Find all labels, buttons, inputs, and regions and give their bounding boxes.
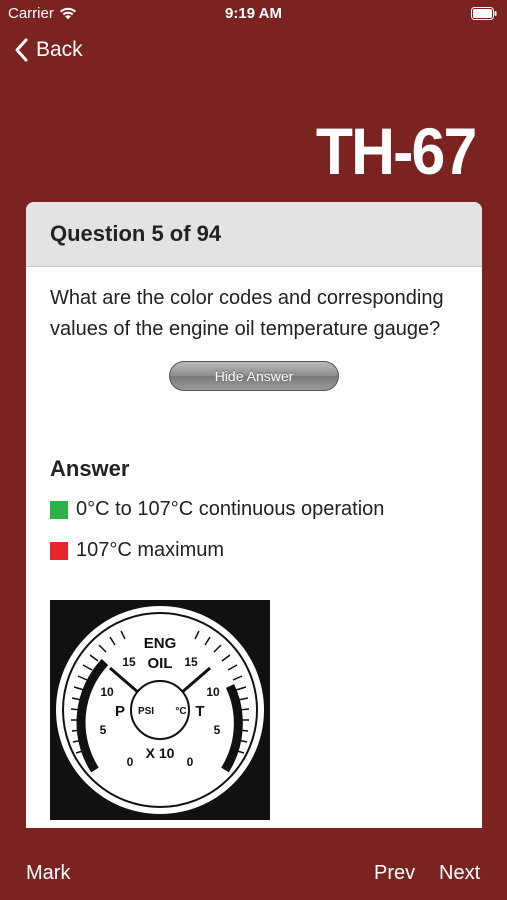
- gauge-left-0: 0: [127, 755, 134, 769]
- back-button[interactable]: Back: [14, 38, 83, 62]
- gauge-left-10: 10: [100, 685, 114, 699]
- hide-answer-button[interactable]: Hide Answer: [169, 361, 339, 391]
- status-time: 9:19 AM: [225, 5, 282, 22]
- gauge-title-eng: ENG: [144, 635, 177, 652]
- back-label: Back: [36, 38, 83, 61]
- chevron-left-icon: [15, 38, 28, 62]
- gauge-title-oil: OIL: [148, 655, 173, 672]
- gauge-multiplier: X 10: [146, 745, 175, 761]
- mark-button[interactable]: Mark: [26, 862, 70, 885]
- gauge-left-5: 5: [100, 723, 107, 737]
- gauge-letter-p: P: [115, 703, 125, 720]
- next-button[interactable]: Next: [439, 862, 480, 885]
- battery-icon: [471, 7, 497, 20]
- red-swatch-icon: [50, 541, 68, 560]
- gauge-unit-celsius: °C: [175, 706, 186, 717]
- answer-text: 107°C maximum: [76, 539, 225, 561]
- gauge-right-10: 10: [206, 685, 220, 699]
- oil-gauge-image: ENG OIL P T PSI °C X 10 0 5 10 15 0 5 10…: [50, 600, 270, 820]
- bottom-toolbar: Mark Prev Next: [0, 846, 507, 900]
- answer-heading: Answer: [50, 456, 130, 481]
- question-card: Question 5 of 94 What are the color code…: [26, 202, 482, 828]
- question-counter: Question 5 of 94: [26, 202, 482, 267]
- prev-button[interactable]: Prev: [374, 862, 415, 885]
- gauge-right-15: 15: [184, 655, 198, 669]
- answer-text: 0°C to 107°C continuous operation: [76, 498, 385, 520]
- app-logo: TH-67: [315, 114, 476, 188]
- gauge-left-15: 15: [122, 655, 136, 669]
- answer-item-red: 107°C maximum: [50, 539, 458, 562]
- status-bar: Carrier 9:19 AM: [0, 0, 507, 28]
- gauge-letter-t: T: [195, 703, 204, 720]
- question-text: What are the color codes and correspondi…: [50, 287, 444, 340]
- answer-item-green: 0°C to 107°C continuous operation: [50, 498, 458, 521]
- green-swatch-icon: [50, 500, 68, 519]
- gauge-right-0: 0: [187, 755, 194, 769]
- gauge-unit-psi: PSI: [138, 706, 154, 717]
- gauge-right-5: 5: [214, 723, 221, 737]
